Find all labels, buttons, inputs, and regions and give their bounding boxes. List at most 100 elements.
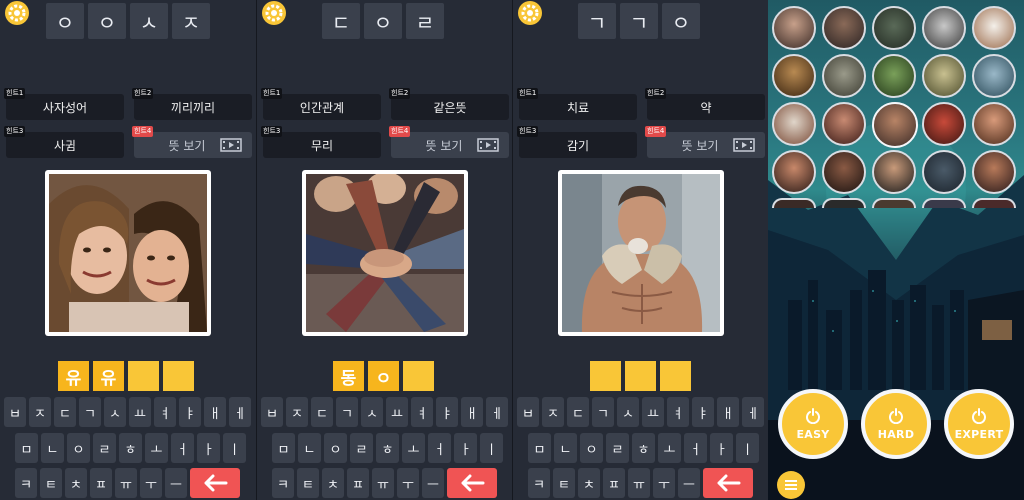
key[interactable]: ㄹ <box>93 433 116 463</box>
answer-slot[interactable]: ㅇ <box>368 361 399 391</box>
key[interactable]: ㅅ <box>361 397 383 427</box>
answer-slot[interactable] <box>590 361 621 391</box>
key[interactable]: ㅍ <box>90 468 112 498</box>
gear-icon[interactable] <box>4 0 30 26</box>
key[interactable]: ㅅ <box>617 397 639 427</box>
key[interactable]: ㅔ <box>229 397 251 427</box>
key[interactable]: ㅕ <box>154 397 176 427</box>
level-thumbnail[interactable] <box>872 54 916 98</box>
level-thumbnail[interactable] <box>972 6 1016 50</box>
key[interactable]: ㅡ <box>165 468 187 498</box>
key[interactable]: ㅠ <box>115 468 137 498</box>
key[interactable]: ㅎ <box>376 433 399 463</box>
hint-4-reveal-button[interactable]: 힌트4 뜻 보기 <box>132 126 252 158</box>
key[interactable]: ㅎ <box>632 433 655 463</box>
backspace-button[interactable] <box>447 468 497 498</box>
level-thumbnail[interactable] <box>972 150 1016 194</box>
key[interactable]: ㅜ <box>397 468 419 498</box>
key[interactable]: ㅍ <box>603 468 625 498</box>
key[interactable]: ㅁ <box>15 433 38 463</box>
level-thumbnail-selected[interactable] <box>872 102 918 148</box>
key[interactable]: ㄱ <box>336 397 358 427</box>
key[interactable]: ㅣ <box>223 433 246 463</box>
key[interactable]: ㅐ <box>204 397 226 427</box>
key[interactable]: ㅅ <box>104 397 126 427</box>
level-thumbnail[interactable] <box>972 54 1016 98</box>
level-thumbnail[interactable] <box>772 198 816 208</box>
easy-button[interactable]: EASY <box>778 389 848 459</box>
level-thumbnail[interactable] <box>822 6 866 50</box>
level-thumbnail[interactable] <box>922 198 966 208</box>
hint-4-reveal-button[interactable]: 힌트4 뜻 보기 <box>645 126 765 158</box>
level-thumbnail[interactable] <box>922 150 966 194</box>
key[interactable]: ㅐ <box>717 397 739 427</box>
level-thumbnail[interactable] <box>922 54 966 98</box>
key[interactable]: ㅈ <box>542 397 564 427</box>
hard-button[interactable]: HARD <box>861 389 931 459</box>
key[interactable]: ㅑ <box>436 397 458 427</box>
level-thumbnail[interactable] <box>772 54 816 98</box>
menu-button[interactable] <box>777 471 805 499</box>
level-thumbnail[interactable] <box>822 150 866 194</box>
answer-slot[interactable]: 유 <box>93 361 124 391</box>
key[interactable]: ㅏ <box>454 433 477 463</box>
level-thumbnail[interactable] <box>822 54 866 98</box>
key[interactable]: ㅜ <box>140 468 162 498</box>
key[interactable]: ㅛ <box>129 397 151 427</box>
key[interactable]: ㅣ <box>736 433 759 463</box>
level-thumbnail[interactable] <box>822 102 866 146</box>
answer-slot[interactable]: 유 <box>58 361 89 391</box>
key[interactable]: ㅋ <box>272 468 294 498</box>
key[interactable]: ㄷ <box>567 397 589 427</box>
key[interactable]: ㅐ <box>461 397 483 427</box>
key[interactable]: ㅍ <box>347 468 369 498</box>
key[interactable]: ㅛ <box>642 397 664 427</box>
level-thumbnail[interactable] <box>872 6 916 50</box>
key[interactable]: ㅣ <box>480 433 503 463</box>
level-thumbnail[interactable] <box>922 102 966 146</box>
key[interactable]: ㅔ <box>486 397 508 427</box>
key[interactable]: ㅔ <box>742 397 764 427</box>
key[interactable]: ㅊ <box>578 468 600 498</box>
backspace-button[interactable] <box>703 468 753 498</box>
key[interactable]: ㅊ <box>65 468 87 498</box>
level-thumbnail[interactable] <box>872 198 916 208</box>
key[interactable]: ㅓ <box>684 433 707 463</box>
answer-slot[interactable] <box>660 361 691 391</box>
key[interactable]: ㅠ <box>628 468 650 498</box>
key[interactable]: ㅓ <box>171 433 194 463</box>
gear-icon[interactable] <box>261 0 287 26</box>
level-thumbnail[interactable] <box>972 198 1016 208</box>
level-thumbnail[interactable] <box>972 102 1016 146</box>
hint-4-reveal-button[interactable]: 힌트4 뜻 보기 <box>389 126 509 158</box>
key[interactable]: ㅗ <box>402 433 425 463</box>
key[interactable]: ㅈ <box>286 397 308 427</box>
key[interactable]: ㅈ <box>29 397 51 427</box>
key[interactable]: ㅁ <box>272 433 295 463</box>
key[interactable]: ㄱ <box>592 397 614 427</box>
key[interactable]: ㅏ <box>710 433 733 463</box>
key[interactable]: ㅇ <box>324 433 347 463</box>
key[interactable]: ㅊ <box>322 468 344 498</box>
key[interactable]: ㅛ <box>386 397 408 427</box>
key[interactable]: ㅂ <box>517 397 539 427</box>
key[interactable]: ㅡ <box>422 468 444 498</box>
key[interactable]: ㄹ <box>350 433 373 463</box>
key[interactable]: ㅋ <box>528 468 550 498</box>
answer-slot[interactable] <box>403 361 434 391</box>
key[interactable]: ㅌ <box>297 468 319 498</box>
key[interactable]: ㅠ <box>372 468 394 498</box>
level-thumbnail[interactable] <box>872 150 916 194</box>
key[interactable]: ㄷ <box>54 397 76 427</box>
key[interactable]: ㅏ <box>197 433 220 463</box>
answer-slot[interactable] <box>625 361 656 391</box>
key[interactable]: ㅂ <box>261 397 283 427</box>
answer-slot[interactable]: 동 <box>333 361 364 391</box>
key[interactable]: ㄴ <box>298 433 321 463</box>
level-thumbnail[interactable] <box>922 6 966 50</box>
key[interactable]: ㅇ <box>580 433 603 463</box>
key[interactable]: ㅌ <box>553 468 575 498</box>
key[interactable]: ㄴ <box>554 433 577 463</box>
key[interactable]: ㄹ <box>606 433 629 463</box>
level-thumbnail[interactable] <box>772 102 816 146</box>
